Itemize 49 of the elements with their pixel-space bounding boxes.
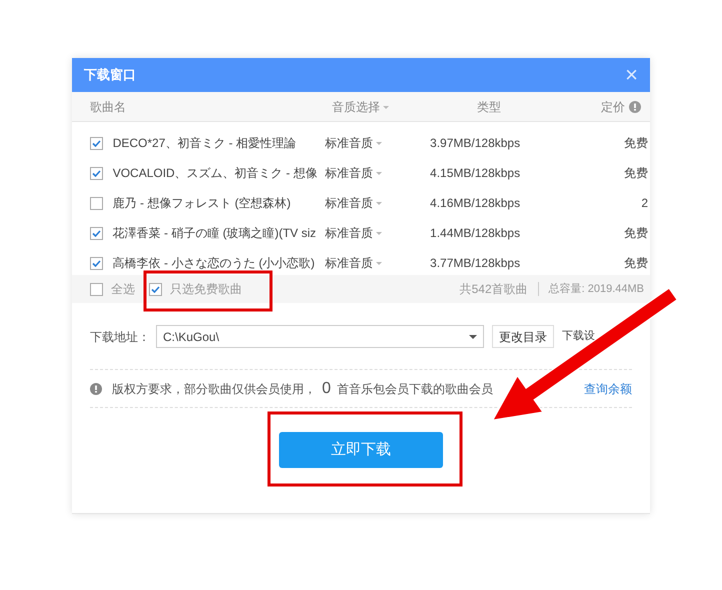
table-cell-text: 3.97MB/128kbps: [429, 135, 522, 152]
checkbox[interactable]: [90, 196, 103, 210]
quality-dropdown[interactable]: 标准音质: [324, 224, 426, 242]
column-header: 定价: [601, 98, 625, 116]
quality-dropdown[interactable]: 标准音质: [324, 254, 426, 272]
column-header: 歌曲名: [90, 98, 127, 116]
table-cell-text: 4.15MB/128kbps: [429, 165, 522, 182]
check-balance-link[interactable]: 查询余额: [584, 380, 632, 398]
checkbox[interactable]: [90, 136, 103, 150]
table-cell-text: 4.16MB/128kbps: [429, 195, 522, 212]
checkmark-icon: [92, 260, 101, 266]
table-cell-text: 3.77MB/128kbps: [429, 255, 522, 272]
notice-text: 版权方要求，部分歌曲仅供会员使用，: [112, 380, 316, 398]
price-cell-text: 免费: [623, 135, 649, 152]
song-title: DECO*27、初音ミク - 相愛性理論: [112, 135, 298, 152]
window-title: 下载窗口: [84, 66, 136, 84]
notice-text: 首音乐包会员下载的歌曲会员: [336, 380, 493, 398]
song-count: 共542首歌曲: [460, 281, 528, 298]
column-header: 类型: [476, 98, 502, 116]
price-cell-text: 2: [640, 195, 649, 212]
song-title: 鹿乃 - 想像フォレスト (空想森林): [112, 195, 292, 212]
checkbox[interactable]: [90, 282, 103, 296]
dropdown-arrow-icon[interactable]: [469, 334, 477, 338]
checkbox[interactable]: [149, 282, 162, 296]
checkmark-icon: [92, 140, 101, 146]
change-folder-button[interactable]: 更改目录: [492, 325, 554, 348]
warning-icon: [90, 382, 102, 394]
info-icon[interactable]: [629, 100, 641, 112]
checkmark-icon: [92, 230, 101, 236]
price-cell-text: 免费: [623, 225, 649, 242]
checkmark-icon: [92, 170, 101, 176]
notice-count: 0: [322, 378, 331, 398]
field-label: 下载地址：: [90, 328, 150, 346]
checkbox[interactable]: [90, 256, 103, 270]
path-dropdown[interactable]: C:\KuGou\: [156, 325, 484, 348]
price-cell-text: 免费: [623, 255, 649, 272]
checkbox[interactable]: [90, 166, 103, 180]
table-cell-text: 1.44MB/128kbps: [429, 225, 522, 242]
checkmark-icon: [151, 286, 160, 292]
checkbox[interactable]: [90, 226, 103, 240]
quality-dropdown[interactable]: 标准音质: [324, 134, 426, 152]
price-cell-text: 免费: [623, 165, 649, 182]
download-settings-link[interactable]: 下载设: [562, 328, 595, 345]
song-title: 高橋李依 - 小さな恋のうた (小小恋歌): [112, 255, 316, 272]
song-title: VOCALOID、スズム、初音ミク - 想像: [112, 165, 318, 182]
song-title: 花澤香菜 - 硝子の瞳 (玻璃之瞳)(TV siz: [112, 225, 318, 242]
quality-dropdown[interactable]: 标准音质: [324, 194, 426, 212]
quality-dropdown[interactable]: 标准音质: [324, 164, 426, 182]
total-capacity: 总容量: 2019.44MB: [548, 282, 644, 297]
